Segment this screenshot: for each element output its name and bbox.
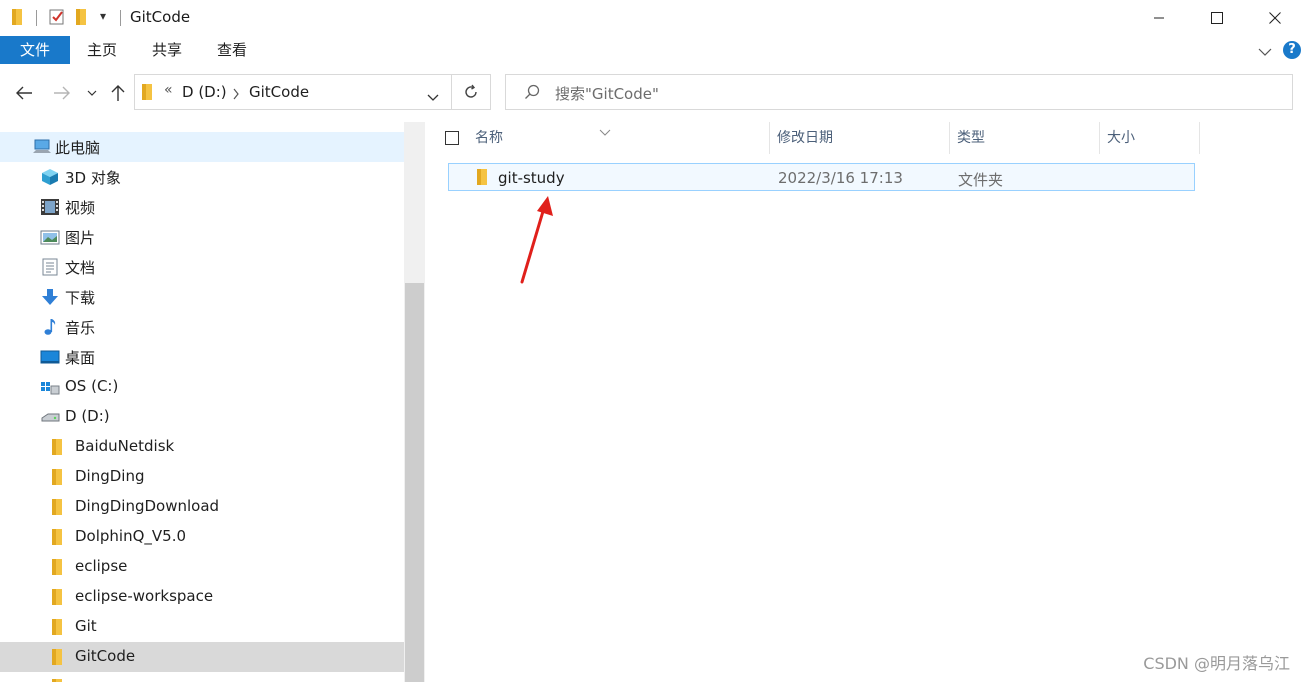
file-type: 文件夹 <box>958 171 1004 189</box>
minimize-icon <box>1154 17 1164 19</box>
video-icon <box>40 198 60 216</box>
tab-share[interactable]: 共享 <box>137 36 197 64</box>
tab-home[interactable]: 主页 <box>72 36 132 64</box>
pictures-icon <box>40 228 60 246</box>
sort-indicator-icon <box>599 122 611 140</box>
nav-item-folder[interactable]: eclipse <box>0 552 404 582</box>
watermark: CSDN @明月落乌江 <box>1143 654 1290 673</box>
path-overflow[interactable]: « <box>164 82 173 98</box>
downloads-icon <box>40 288 60 306</box>
nav-item-3d-objects[interactable]: 3D 对象 <box>0 162 404 192</box>
close-icon <box>1269 12 1281 24</box>
up-button[interactable] <box>108 80 128 106</box>
address-row: « D (D:) GitCode 搜索"GitCode" <box>0 66 1304 123</box>
window-title: GitCode <box>130 8 191 26</box>
maximize-button[interactable] <box>1188 0 1246 36</box>
column-header-name[interactable]: 名称 <box>475 122 503 154</box>
folder-icon <box>50 438 70 456</box>
back-arrow-icon <box>16 86 32 100</box>
nav-item-documents[interactable]: 文档 <box>0 252 404 282</box>
folder-icon <box>50 648 70 666</box>
folder-icon <box>10 8 26 30</box>
folder-icon <box>50 498 70 516</box>
folder-icon <box>50 558 70 576</box>
file-list: 名称 修改日期 类型 大小 git-study 2022/3/16 17:13 … <box>425 122 1304 682</box>
nav-item-downloads[interactable]: 下载 <box>0 282 404 312</box>
nav-item-folder[interactable]: DingDing <box>0 462 404 492</box>
nav-item-folder[interactable]: Git <box>0 612 404 642</box>
address-bar[interactable]: « D (D:) GitCode <box>134 74 452 110</box>
annotation-arrow <box>520 196 553 284</box>
nav-item-d-drive[interactable]: D (D:) <box>0 402 404 432</box>
computer-icon <box>32 138 52 156</box>
folder-icon <box>475 168 489 190</box>
nav-item-music[interactable]: 音乐 <box>0 312 404 342</box>
nav-item-partial[interactable] <box>0 672 404 682</box>
drive-icon <box>40 408 60 426</box>
address-history-dropdown[interactable] <box>427 88 439 106</box>
help-button[interactable]: ? <box>1283 41 1301 59</box>
tab-view[interactable]: 查看 <box>202 36 262 64</box>
nav-item-pictures[interactable]: 图片 <box>0 222 404 252</box>
forward-button[interactable] <box>50 80 74 106</box>
forward-arrow-icon <box>54 86 70 100</box>
nav-item-gitcode[interactable]: GitCode <box>0 642 404 672</box>
tab-file[interactable]: 文件 <box>0 36 70 64</box>
3d-objects-icon <box>40 168 60 186</box>
file-date: 2022/3/16 17:13 <box>778 169 903 187</box>
column-header-date[interactable]: 修改日期 <box>777 122 833 154</box>
chevron-down-icon <box>427 94 439 101</box>
minimize-button[interactable] <box>1130 0 1188 36</box>
music-icon <box>40 318 60 336</box>
documents-icon <box>40 258 60 276</box>
new-folder-icon[interactable] <box>74 8 90 30</box>
breadcrumb-d-drive[interactable]: D (D:) <box>182 83 227 101</box>
breadcrumb-gitcode[interactable]: GitCode <box>249 83 309 101</box>
nav-item-videos[interactable]: 视频 <box>0 192 404 222</box>
file-name[interactable]: git-study <box>498 169 565 187</box>
desktop-icon <box>40 348 60 366</box>
breadcrumb-separator-icon[interactable] <box>232 86 240 104</box>
properties-icon[interactable] <box>48 8 66 30</box>
nav-item-folder[interactable]: eclipse-workspace <box>0 582 404 612</box>
folder-icon <box>50 618 70 636</box>
folder-icon <box>50 528 70 546</box>
title-bar: ▾ GitCode <box>0 0 1304 36</box>
back-button[interactable] <box>12 80 36 106</box>
recent-locations-button[interactable] <box>84 80 100 106</box>
maximize-icon <box>1211 12 1223 24</box>
nav-item-this-pc[interactable]: 此电脑 <box>0 132 404 162</box>
table-row[interactable]: git-study 2022/3/16 17:13 文件夹 <box>448 163 1195 191</box>
folder-icon <box>50 468 70 486</box>
column-header-type[interactable]: 类型 <box>957 122 985 154</box>
quick-access-dropdown[interactable]: ▾ <box>100 9 106 23</box>
search-icon <box>524 84 540 104</box>
expand-ribbon-icon[interactable] <box>1258 43 1272 61</box>
nav-scrollbar-thumb[interactable] <box>405 283 424 682</box>
nav-item-folder[interactable]: BaiduNetdisk <box>0 432 404 462</box>
navigation-pane: 此电脑 3D 对象 视频 图片 文档 下载 音乐 桌面 OS (C:) D (D… <box>0 122 404 682</box>
close-button[interactable] <box>1246 0 1304 36</box>
ribbon-tabs: 文件 主页 共享 查看 ? <box>0 36 1304 66</box>
nav-item-os-c[interactable]: OS (C:) <box>0 372 404 402</box>
column-header-size[interactable]: 大小 <box>1107 122 1135 154</box>
refresh-icon <box>465 84 477 98</box>
windows-drive-icon <box>40 378 60 396</box>
nav-item-folder[interactable]: DingDingDownload <box>0 492 404 522</box>
select-all-checkbox[interactable] <box>445 131 459 145</box>
nav-item-desktop[interactable]: 桌面 <box>0 342 404 372</box>
folder-icon <box>141 83 155 105</box>
chevron-down-icon <box>87 90 97 96</box>
folder-icon <box>50 678 70 682</box>
search-input[interactable]: 搜索"GitCode" <box>555 83 659 104</box>
search-box[interactable]: 搜索"GitCode" <box>505 74 1293 110</box>
nav-item-folder[interactable]: DolphinQ_V5.0 <box>0 522 404 552</box>
up-arrow-icon <box>111 85 125 101</box>
folder-icon <box>50 588 70 606</box>
refresh-button[interactable] <box>452 74 491 110</box>
